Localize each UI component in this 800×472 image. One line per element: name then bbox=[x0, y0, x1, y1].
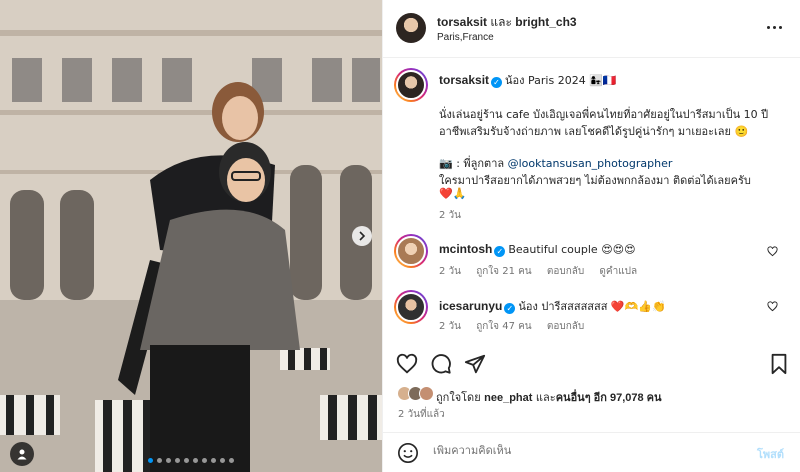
caption-line-1: นั่งเล่นอยู่ร้าน cafe บังเอิญเจอพี่คนไทย… bbox=[439, 108, 769, 121]
caption-username[interactable]: torsaksit bbox=[439, 73, 489, 87]
commenter-username[interactable]: mcintosh bbox=[439, 242, 492, 256]
post-comment-button[interactable]: โพสต์ bbox=[757, 445, 784, 463]
coauthor-username[interactable]: bright_ch3 bbox=[515, 15, 576, 29]
emoji-icon[interactable] bbox=[397, 442, 419, 464]
photo-scene bbox=[0, 0, 382, 472]
reply-button[interactable]: ตอบกลับ bbox=[547, 321, 584, 332]
post-photo[interactable] bbox=[0, 0, 382, 472]
post-authors: torsaksit และ bright_ch3 bbox=[437, 13, 577, 32]
avatar[interactable] bbox=[396, 13, 426, 43]
caption-credit-prefix: 📷 : พี่ลูกตาล bbox=[439, 157, 508, 170]
carousel-dot bbox=[202, 458, 207, 463]
caption-title: น้อง Paris 2024 👩‍👧🇫🇷 bbox=[505, 74, 617, 87]
comment-meta: 2 วัน ถูกใจ 21 คน ตอบกลับ ดูคำแปล bbox=[439, 264, 637, 279]
bookmark-icon[interactable] bbox=[768, 353, 790, 375]
comment-text: น้อง ปารีสสสสสสส ❤️🫶👍👏 bbox=[518, 300, 666, 313]
carousel-dot bbox=[166, 458, 171, 463]
reply-button[interactable]: ตอบกลับ bbox=[547, 266, 584, 277]
comment-age: 2 วัน bbox=[439, 266, 461, 277]
likes-middle: และ bbox=[532, 391, 556, 404]
comment-icon[interactable] bbox=[430, 353, 452, 375]
likes-summary: ถูกใจโดย nee_phat และคนอื่นๆ อีก 97,078 … bbox=[383, 385, 800, 405]
carousel-dot bbox=[220, 458, 225, 463]
carousel-dot bbox=[148, 458, 153, 463]
carousel-indicator bbox=[0, 458, 382, 463]
comment-like-heart-icon[interactable] bbox=[767, 301, 778, 312]
comment-body: mcintosh ✓ Beautiful couple 😍😍😍 bbox=[439, 242, 636, 257]
carousel-dot bbox=[229, 458, 234, 463]
chevron-right-icon bbox=[359, 231, 366, 241]
carousel-dot bbox=[184, 458, 189, 463]
post-side-panel: torsaksit และ bright_ch3 Paris,France to… bbox=[382, 0, 800, 472]
translate-button[interactable]: ดูคำแปล bbox=[599, 266, 637, 277]
likes-count-link[interactable]: คนอื่นๆ อีก 97,078 คน bbox=[556, 392, 662, 404]
verified-badge-icon: ✓ bbox=[491, 77, 503, 88]
caption-line-2: อาชีพเสริมรับจ้างถ่ายภาพ เลยโชคดีได้รูปค… bbox=[439, 125, 749, 138]
carousel-dot bbox=[193, 458, 198, 463]
caption-title-row: torsaksit ✓ น้อง Paris 2024 👩‍👧🇫🇷 bbox=[439, 71, 617, 89]
caption-line-4: ใครมาปารีสอยากได้ภาพสวยๆ ไม่ต้องพกกล้องม… bbox=[439, 174, 751, 187]
comment-input[interactable] bbox=[433, 444, 733, 457]
share-icon[interactable] bbox=[464, 353, 486, 375]
caption-avatar[interactable] bbox=[394, 68, 428, 102]
comment-likes[interactable]: ถูกใจ 47 คน bbox=[476, 321, 531, 332]
instagram-post: torsaksit และ bright_ch3 Paris,France to… bbox=[0, 0, 800, 472]
author-username[interactable]: torsaksit bbox=[437, 15, 487, 29]
comment-likes[interactable]: ถูกใจ 21 คน bbox=[476, 266, 531, 277]
photographer-mention-link[interactable]: @looktansusan_photographer bbox=[508, 157, 673, 170]
comment-meta: 2 วัน ถูกใจ 47 คน ตอบกลับ bbox=[439, 319, 584, 334]
caption-credit-line: 📷 : พี่ลูกตาล @looktansusan_photographer bbox=[439, 154, 672, 172]
liker-username[interactable]: nee_phat bbox=[484, 392, 532, 404]
caption-age: 2 วัน bbox=[439, 210, 461, 221]
author-conjunction: และ bbox=[490, 15, 512, 29]
post-action-bar bbox=[383, 345, 800, 381]
post-location[interactable]: Paris,France bbox=[437, 32, 494, 43]
liker-avatar[interactable] bbox=[419, 386, 434, 401]
commenter-avatar[interactable] bbox=[394, 234, 428, 268]
add-comment-bar: โพสต์ bbox=[383, 432, 800, 472]
verified-badge-icon: ✓ bbox=[494, 246, 506, 257]
likes-prefix: ถูกใจโดย bbox=[436, 391, 485, 404]
more-icon bbox=[767, 25, 782, 29]
comment-like-heart-icon[interactable] bbox=[767, 246, 778, 257]
verified-badge-icon: ✓ bbox=[504, 303, 516, 314]
commenter-username[interactable]: icesarunyu bbox=[439, 299, 502, 313]
post-timestamp[interactable]: 2 วันที่แล้ว bbox=[398, 407, 445, 422]
comment-text: Beautiful couple 😍😍😍 bbox=[508, 243, 636, 256]
post-header: torsaksit และ bright_ch3 Paris,France bbox=[383, 0, 800, 58]
heart-icon[interactable] bbox=[396, 353, 418, 375]
comment-age: 2 วัน bbox=[439, 321, 461, 332]
more-options-button[interactable] bbox=[767, 20, 787, 34]
commenter-avatar[interactable] bbox=[394, 290, 428, 324]
carousel-dot bbox=[157, 458, 162, 463]
carousel-dot bbox=[175, 458, 180, 463]
next-photo-button[interactable] bbox=[352, 226, 372, 246]
caption-line-5: ❤️🙏 bbox=[439, 187, 467, 200]
carousel-dot bbox=[211, 458, 216, 463]
comment-body: icesarunyu ✓ น้อง ปารีสสสสสสส ❤️🫶👍👏 bbox=[439, 297, 666, 315]
likes-text: ถูกใจโดย nee_phat และคนอื่นๆ อีก 97,078 … bbox=[436, 388, 662, 406]
